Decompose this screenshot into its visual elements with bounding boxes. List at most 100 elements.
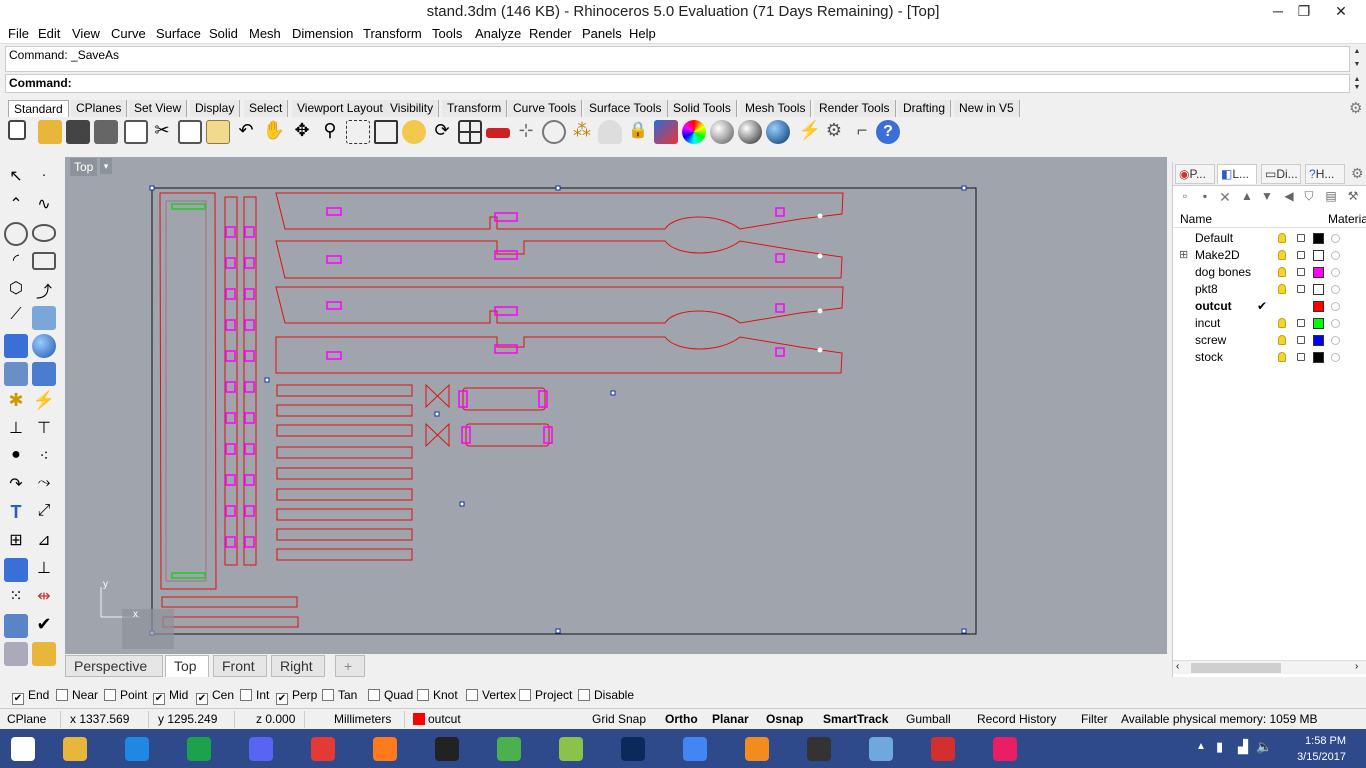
osnap-project[interactable]: Project	[519, 688, 572, 702]
checkbox-icon[interactable]	[417, 689, 429, 701]
point-tool-icon[interactable]: ·	[32, 166, 56, 190]
photoshop-icon[interactable]	[610, 732, 656, 766]
material-icon[interactable]	[1331, 353, 1340, 362]
network-icon[interactable]: ▟	[1238, 739, 1248, 755]
layer-name[interactable]: Default	[1195, 231, 1233, 245]
move-out-icon[interactable]: ◀	[1281, 189, 1297, 205]
osnap-perp[interactable]: ✔ Perp	[276, 688, 317, 705]
checkbox-icon[interactable]	[368, 689, 380, 701]
sphere-icon[interactable]	[32, 334, 56, 358]
tab-cplanes[interactable]: CPlanes	[71, 100, 128, 117]
layer-color-swatch[interactable]	[1313, 267, 1324, 278]
layer-color-swatch[interactable]	[1313, 301, 1324, 312]
osnap-knot[interactable]: Knot	[417, 688, 458, 702]
scroll-down-icon[interactable]: ▼	[1351, 61, 1363, 71]
layer-row[interactable]: dog bones	[1173, 264, 1366, 281]
start-icon[interactable]	[0, 732, 46, 766]
dimension-icon[interactable]: ⤢	[32, 502, 56, 526]
zoom-window-icon[interactable]	[346, 120, 370, 144]
zoom-selected-icon[interactable]	[402, 120, 426, 144]
layer-name[interactable]: outcut	[1195, 299, 1232, 313]
tab-display[interactable]: Display	[190, 100, 241, 117]
layer-row[interactable]: outcut ✔	[1173, 298, 1366, 315]
lock-icon[interactable]: 🔒	[626, 120, 650, 144]
mesh-icon[interactable]	[4, 642, 28, 666]
material-icon[interactable]	[1331, 268, 1340, 277]
menu-surface[interactable]: Surface	[156, 26, 201, 41]
box-icon[interactable]	[4, 334, 28, 358]
new-sublayer-icon[interactable]: ▪	[1197, 189, 1213, 205]
osnap-point[interactable]: Point	[104, 688, 147, 702]
ungroup-icon[interactable]: ⁖	[32, 446, 56, 470]
polyline-icon[interactable]: ⌃	[4, 194, 28, 218]
photos-icon[interactable]	[858, 732, 904, 766]
menu-mesh[interactable]: Mesh	[249, 26, 281, 41]
material-icon[interactable]	[1331, 285, 1340, 294]
rhino-icon[interactable]	[796, 732, 842, 766]
render-sphere-icon[interactable]	[766, 120, 790, 144]
material-icon[interactable]	[1331, 336, 1340, 345]
fusion-icon[interactable]	[734, 732, 780, 766]
material-icon[interactable]	[1331, 251, 1340, 260]
menu-tools[interactable]: Tools	[432, 26, 462, 41]
rotate-view-icon[interactable]: ⟳	[430, 120, 454, 144]
osnap-vertex[interactable]: Vertex	[466, 688, 516, 702]
discord-icon[interactable]	[238, 732, 284, 766]
checkbox-icon[interactable]	[519, 689, 531, 701]
menu-panels[interactable]: Panels	[582, 26, 622, 41]
layer-name[interactable]: screw	[1195, 333, 1226, 347]
zoom-icon[interactable]: ⚲	[318, 120, 342, 144]
offset-icon[interactable]: ⤳	[32, 474, 56, 498]
checkbox-icon[interactable]	[322, 689, 334, 701]
shaded-sphere-icon[interactable]	[710, 120, 734, 144]
current-layer[interactable]: outcut	[428, 712, 461, 726]
light-icon[interactable]	[598, 120, 622, 144]
chrome-icon[interactable]	[672, 732, 718, 766]
filter-icon[interactable]: ⛉	[1301, 189, 1317, 205]
move-down-icon[interactable]: ▼	[1259, 189, 1275, 205]
menu-edit[interactable]: Edit	[38, 26, 60, 41]
layer-color-swatch[interactable]	[1313, 284, 1324, 295]
osnap-mid[interactable]: ✔ Mid	[153, 688, 188, 705]
tab-surface-tools[interactable]: Surface Tools	[584, 100, 668, 117]
text-icon[interactable]: T	[4, 502, 28, 526]
tab-front[interactable]: Front	[213, 655, 267, 677]
lightbulb-icon[interactable]	[1278, 267, 1286, 277]
checkbox-icon[interactable]	[240, 689, 252, 701]
rectangle-icon[interactable]	[32, 252, 56, 270]
menu-analyze[interactable]: Analyze	[475, 26, 521, 41]
internet-explorer-icon[interactable]	[114, 732, 160, 766]
menu-help[interactable]: Help	[629, 26, 656, 41]
checkbox-icon[interactable]: ✔	[276, 693, 288, 705]
h-app-icon[interactable]	[424, 732, 470, 766]
volume-icon[interactable]: 🔈	[1256, 739, 1272, 755]
layer-color-swatch[interactable]	[1313, 352, 1324, 363]
tab-curve-tools[interactable]: Curve Tools	[508, 100, 583, 117]
trim-icon[interactable]: ⊥	[4, 418, 28, 442]
checkbox-icon[interactable]	[578, 689, 590, 701]
tab-render-tools[interactable]: Render Tools	[814, 100, 896, 117]
layer-row[interactable]: ⊞ Make2D	[1173, 247, 1366, 264]
tab-mesh-tools[interactable]: Mesh Tools	[740, 100, 812, 117]
measure-icon[interactable]: ⊥	[32, 558, 56, 582]
highlight-icon[interactable]: ⚡	[798, 120, 822, 144]
layer-name[interactable]: pkt8	[1195, 282, 1218, 296]
grid-snap-toggle[interactable]: Grid Snap	[592, 712, 646, 726]
lightbulb-icon[interactable]	[1278, 335, 1286, 345]
lightbulb-icon[interactable]	[1278, 284, 1286, 294]
polygon-icon[interactable]: ⬡	[4, 278, 28, 302]
material-icon[interactable]	[1331, 302, 1340, 311]
explode-icon[interactable]: ✱	[4, 390, 28, 414]
pan-icon[interactable]: ✋	[262, 120, 286, 144]
puzzle-icon[interactable]	[982, 732, 1028, 766]
settings-icon[interactable]: ⚙	[822, 120, 846, 144]
cut-icon[interactable]: ✂	[150, 120, 174, 144]
layer-row[interactable]: Default	[1173, 230, 1366, 247]
tab-properties[interactable]: ◉P...	[1175, 164, 1215, 184]
panel-scrollbar[interactable]: ‹ ›	[1173, 660, 1366, 674]
layer-row[interactable]: pkt8	[1173, 281, 1366, 298]
filter-toggle[interactable]: Filter	[1081, 712, 1108, 726]
panel-gear-icon[interactable]: ⚙	[1351, 165, 1364, 182]
copy-icon[interactable]	[178, 120, 202, 144]
osnap-cen[interactable]: ✔ Cen	[196, 688, 234, 705]
